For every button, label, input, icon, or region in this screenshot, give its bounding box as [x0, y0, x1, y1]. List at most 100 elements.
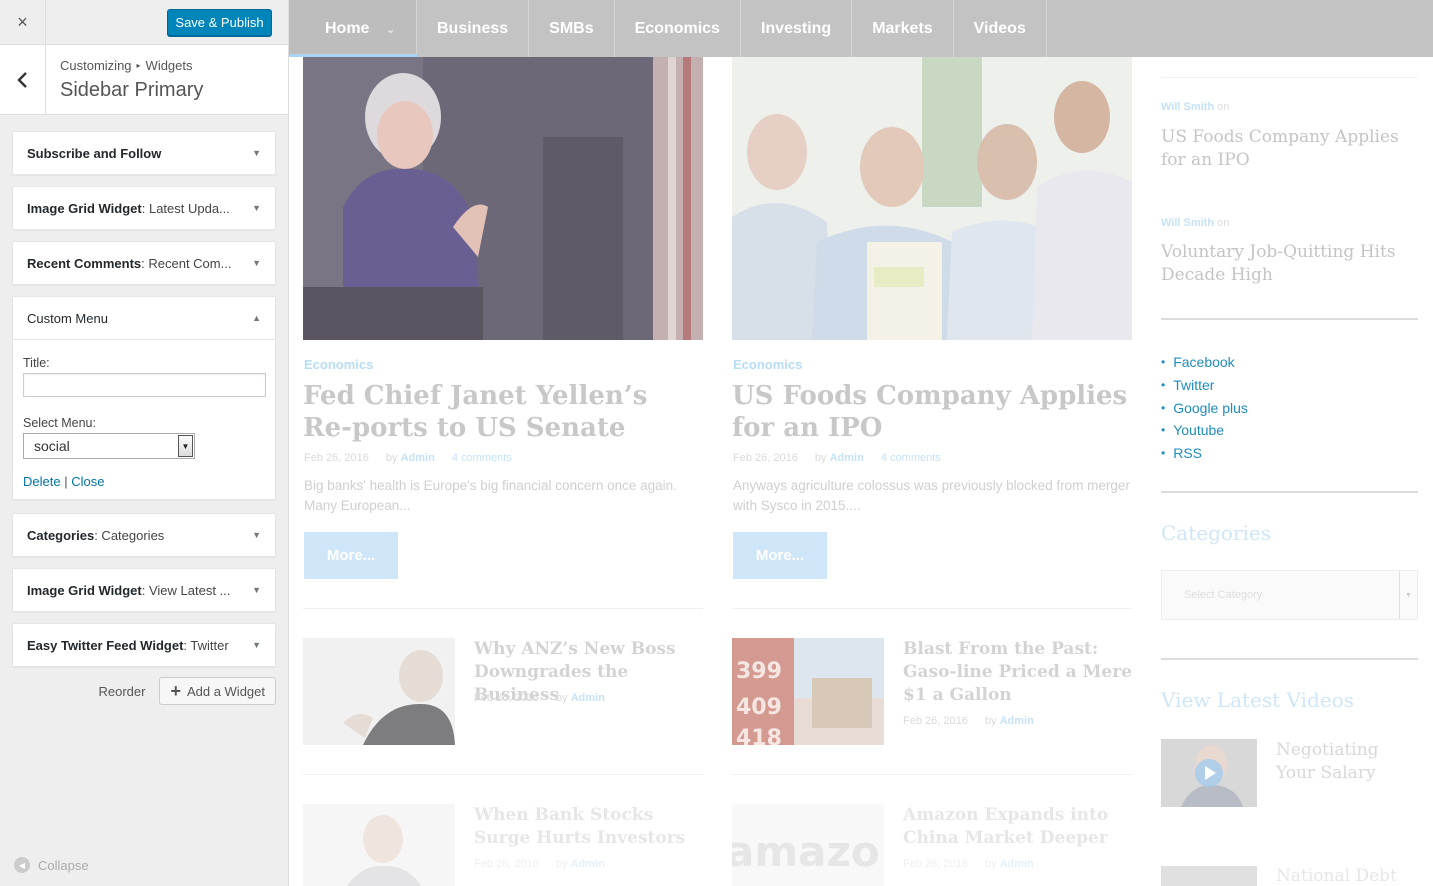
add-widget-button[interactable]: + Add a Widget [159, 677, 276, 705]
featured-image-usfoods[interactable] [732, 57, 1132, 340]
post-category[interactable]: Economics [733, 357, 802, 372]
post-author[interactable]: Admin [1000, 858, 1034, 870]
back-arrow-icon[interactable] [0, 45, 46, 114]
nav-home[interactable]: Home ⌄ [289, 0, 417, 57]
amazon-logo-text: amazo [732, 827, 880, 876]
nav-markets[interactable]: Markets [852, 0, 954, 57]
post-thumb-gas[interactable]: 399 409 418 [732, 638, 884, 745]
post-author[interactable]: Admin [1000, 715, 1034, 727]
close-icon[interactable]: × [0, 0, 46, 44]
widget-name: Easy Twitter Feed Widget [27, 637, 184, 653]
customizer-header: × Save & Publish [0, 0, 288, 45]
comment-post-title[interactable]: US Foods Company Applies for an IPO [1161, 126, 1421, 172]
video-title[interactable]: Negotiating Your Salary [1276, 739, 1416, 785]
widget-footer: Reorder + Add a Widget [12, 677, 276, 705]
post-category[interactable]: Economics [304, 357, 373, 372]
comment-author[interactable]: Will Smith [1161, 101, 1214, 113]
divider [732, 608, 1132, 609]
expand-arrow-icon[interactable]: ▼ [252, 585, 261, 595]
category-select[interactable]: Select Category ▼ [1161, 570, 1418, 620]
social-link-google-plus[interactable]: Google plus [1161, 396, 1248, 419]
post-thumb-anz[interactable] [303, 638, 455, 745]
post-title[interactable]: When Bank Stocks Surge Hurts Investors [474, 804, 704, 850]
add-widget-label: Add a Widget [186, 683, 265, 699]
widget-header[interactable]: Easy Twitter Feed Widget: Twitter ▼ [13, 624, 275, 666]
widget-header[interactable]: Categories: Categories ▼ [13, 514, 275, 556]
widget-image-grid-videos[interactable]: Image Grid Widget: View Latest ... ▼ [12, 568, 276, 612]
post-title[interactable]: Fed Chief Janet Yellen’s Re-ports to US … [303, 380, 703, 444]
expand-arrow-icon[interactable]: ▼ [252, 203, 261, 213]
customizer-panel: × Save & Publish Customizing ▸ Widgets Sid… [0, 0, 289, 886]
widget-custom-menu[interactable]: Custom Menu ▲ Title: Select Menu: social… [12, 296, 276, 500]
social-link-twitter[interactable]: Twitter [1161, 374, 1248, 397]
widget-header[interactable]: Custom Menu ▲ [13, 297, 275, 339]
post-comments[interactable]: 4 comments [881, 452, 941, 464]
categories-heading: Categories [1161, 521, 1271, 545]
divider [732, 774, 1132, 775]
featured-image-yellen[interactable] [303, 57, 703, 340]
widget-name: Recent Comments [27, 255, 142, 271]
expand-arrow-icon[interactable]: ▼ [252, 530, 261, 540]
post-author[interactable]: Admin [830, 452, 864, 464]
post-author[interactable]: Admin [571, 692, 605, 704]
post-title[interactable]: Amazon Expands into China Market Deeper [903, 804, 1133, 850]
post-by: by [555, 692, 568, 704]
video-title[interactable]: National Debt [1276, 865, 1416, 886]
close-link[interactable]: Close [71, 474, 104, 489]
dropdown-arrow-icon[interactable]: ▼ [178, 435, 193, 457]
social-link-rss[interactable]: RSS [1161, 442, 1248, 465]
nav-business[interactable]: Business [417, 0, 530, 57]
post-excerpt: Big banks' health is Europe's big financ… [304, 478, 677, 513]
reorder-link[interactable]: Reorder [98, 684, 145, 699]
comment-post-title[interactable]: Voluntary Job-Quitting Hits Decade High [1161, 241, 1421, 287]
post-comments[interactable]: 4 comments [452, 452, 512, 464]
post-author[interactable]: Admin [571, 858, 605, 870]
comment-author[interactable]: Will Smith [1161, 217, 1214, 229]
more-button[interactable]: More... [304, 532, 398, 579]
more-button[interactable]: More... [733, 532, 827, 579]
social-menu: Facebook Twitter Google plus Youtube RSS [1161, 351, 1248, 464]
comment-meta: Will Smith on [1161, 217, 1229, 229]
widget-header[interactable]: Recent Comments: Recent Com... ▼ [13, 242, 275, 284]
post-title[interactable]: Blast From the Past: Gaso-line Priced a … [903, 638, 1133, 707]
save-publish-button[interactable]: Save & Publish [167, 9, 272, 36]
site-preview: Home ⌄ Business SMBs Economics Investing … [289, 0, 1433, 886]
plus-icon: + [170, 680, 181, 701]
post-meta: Feb 26, 2016 by Admin [903, 715, 1034, 727]
post-thumb-amazon[interactable]: amazo [732, 804, 884, 886]
post-title[interactable]: US Foods Company Applies for an IPO [732, 380, 1132, 444]
title-label: Title: [23, 356, 50, 370]
widget-header[interactable]: Image Grid Widget: Latest Upda... ▼ [13, 187, 275, 229]
expand-arrow-icon[interactable]: ▼ [252, 148, 261, 158]
post-by: by [984, 715, 997, 727]
widget-image-grid-latest[interactable]: Image Grid Widget: Latest Upda... ▼ [12, 186, 276, 230]
post-date: Feb 26, 2016 [474, 858, 539, 870]
nav-smbs[interactable]: SMBs [529, 0, 615, 57]
nav-videos[interactable]: Videos [954, 0, 1047, 57]
widget-recent-comments[interactable]: Recent Comments: Recent Com... ▼ [12, 241, 276, 285]
divider [303, 608, 703, 609]
widget-subscribe-follow[interactable]: Subscribe and Follow ▼ [12, 131, 276, 175]
widget-name: Custom Menu [27, 310, 108, 326]
delete-link[interactable]: Delete [23, 474, 61, 489]
nav-investing[interactable]: Investing [741, 0, 853, 57]
widget-header[interactable]: Subscribe and Follow ▼ [13, 132, 275, 174]
expand-arrow-icon[interactable]: ▼ [252, 640, 261, 650]
collapse-button[interactable]: ◀ Collapse [14, 857, 89, 873]
post-author[interactable]: Admin [401, 452, 435, 464]
section-title: Sidebar Primary [60, 79, 204, 101]
nav-economics[interactable]: Economics [615, 0, 741, 57]
widget-header[interactable]: Image Grid Widget: View Latest ... ▼ [13, 569, 275, 611]
social-link-youtube[interactable]: Youtube [1161, 419, 1248, 442]
title-input[interactable] [23, 373, 266, 397]
widget-categories[interactable]: Categories: Categories ▼ [12, 513, 276, 557]
post-thumb-bank[interactable] [303, 804, 455, 886]
breadcrumb: Customizing ▸ Widgets [60, 58, 193, 73]
expand-arrow-icon[interactable]: ▼ [252, 258, 261, 268]
social-link-facebook[interactable]: Facebook [1161, 351, 1248, 374]
menu-select[interactable]: social ▼ [23, 433, 195, 459]
video-thumb[interactable] [1161, 739, 1257, 807]
widget-twitter-feed[interactable]: Easy Twitter Feed Widget: Twitter ▼ [12, 623, 276, 667]
video-thumb[interactable] [1161, 866, 1257, 886]
collapse-arrow-icon[interactable]: ▲ [252, 313, 261, 323]
